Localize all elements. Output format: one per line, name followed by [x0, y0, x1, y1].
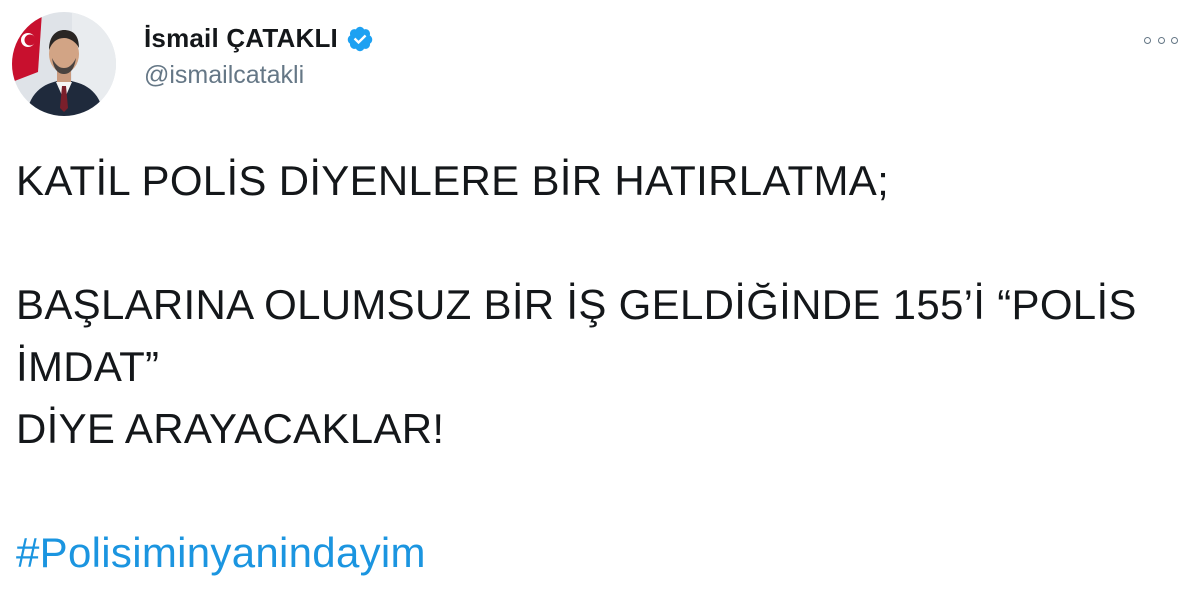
handle[interactable]: @ismailcatakli: [144, 61, 374, 90]
tweet-line: KATİL POLİS DİYENLERE BİR HATIRLATMA;: [16, 157, 890, 204]
display-name[interactable]: İsmail ÇATAKLI: [144, 23, 338, 54]
tweet-card: İsmail ÇATAKLI @ismailcatakli KATİL POLİ…: [0, 0, 1200, 601]
hashtag-link[interactable]: #Polisiminyanindayim: [16, 522, 426, 584]
avatar[interactable]: [12, 12, 116, 116]
tweet-line: BAŞLARINA OLUMSUZ BİR İŞ GELDİĞİNDE 155’…: [16, 281, 1137, 328]
verified-badge-icon: [346, 25, 374, 53]
tweet-header: İsmail ÇATAKLI @ismailcatakli: [12, 12, 374, 116]
tweet-line: İMDAT”: [16, 343, 160, 390]
name-row: İsmail ÇATAKLI: [144, 21, 374, 57]
tweet-line: DİYE ARAYACAKLAR!: [16, 405, 445, 452]
more-options-icon[interactable]: [1144, 34, 1178, 46]
author-block: İsmail ÇATAKLI @ismailcatakli: [144, 21, 374, 90]
tweet-text: KATİL POLİS DİYENLERE BİR HATIRLATMA; BA…: [16, 150, 1176, 584]
